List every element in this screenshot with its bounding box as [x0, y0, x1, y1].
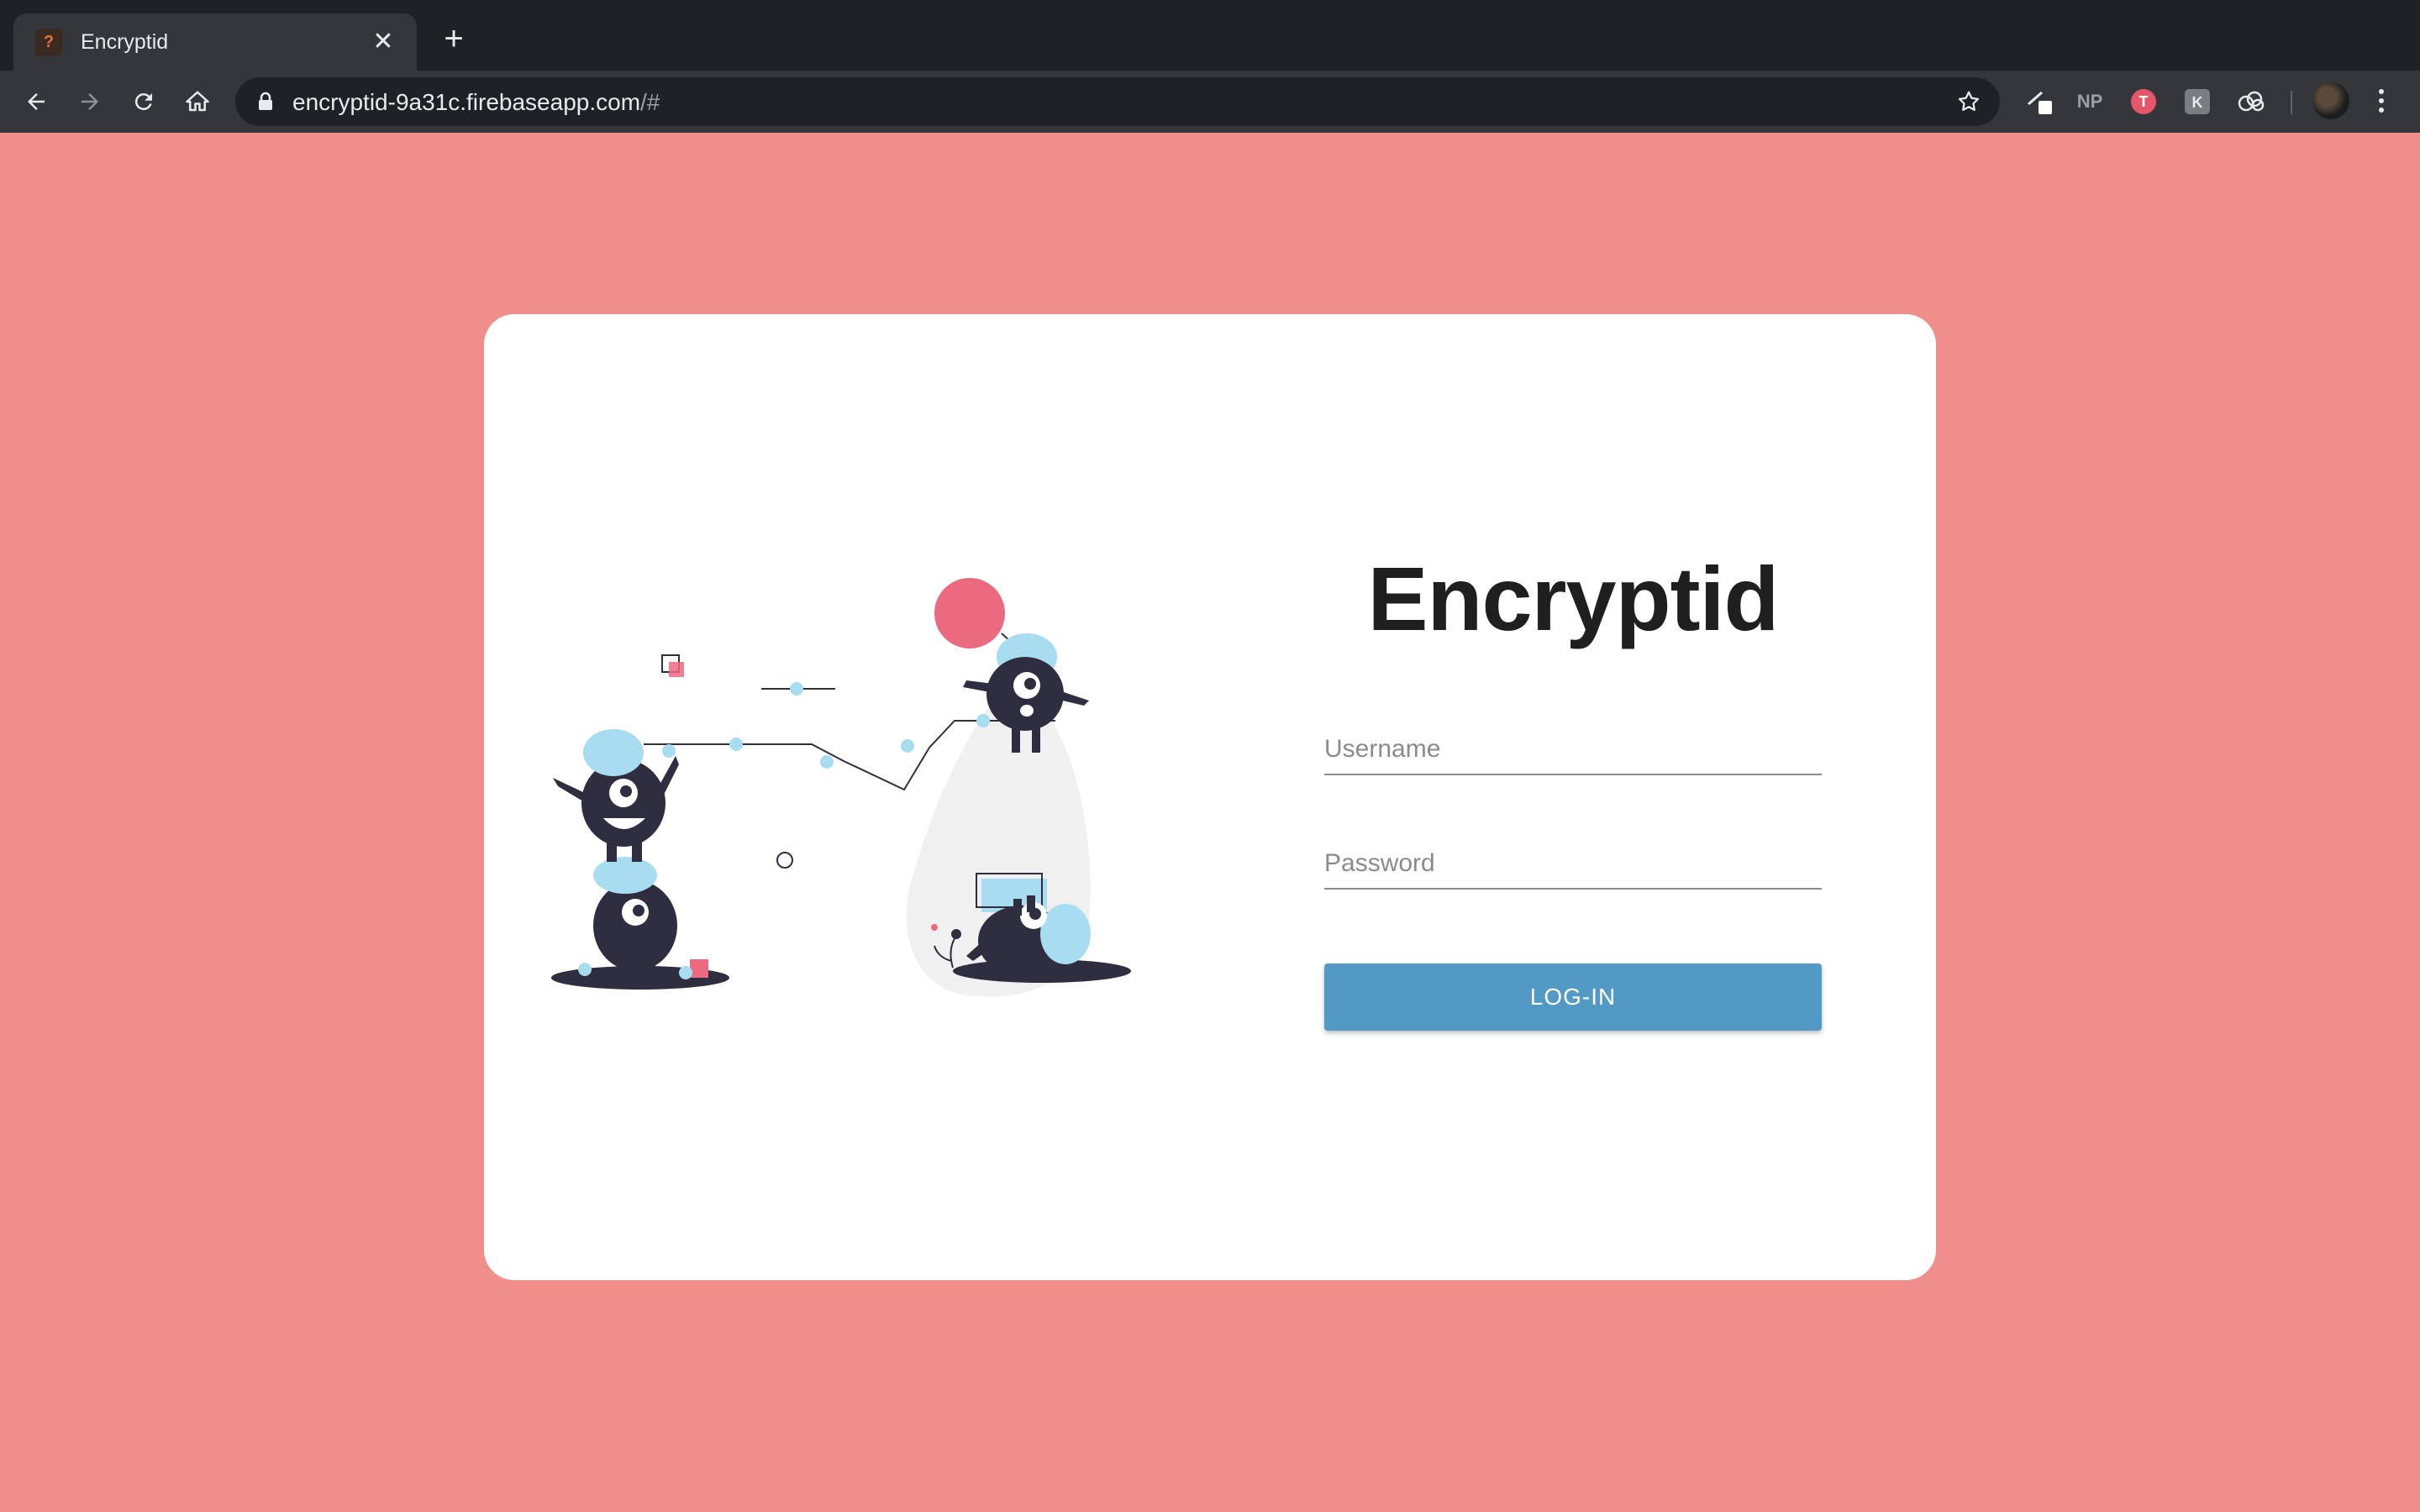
favicon-icon: ?: [35, 29, 62, 55]
new-tab-button[interactable]: +: [435, 22, 472, 59]
app-title: Encryptid: [1367, 548, 1779, 649]
reload-button[interactable]: [124, 82, 163, 121]
login-form: Encryptid LOG-IN: [1324, 549, 1822, 1031]
browser-tab[interactable]: ? Encryptid ✕: [13, 13, 417, 71]
forward-button[interactable]: [71, 82, 109, 121]
password-field: [1324, 838, 1822, 890]
profile-avatar[interactable]: [2312, 82, 2349, 119]
address-bar[interactable]: encryptid-9a31c.firebaseapp.com/#: [235, 77, 2000, 126]
password-input[interactable]: [1324, 838, 1822, 888]
close-tab-icon[interactable]: ✕: [366, 25, 400, 59]
svg-text:K: K: [2192, 94, 2203, 111]
tab-strip: ? Encryptid ✕ +: [0, 0, 2420, 71]
url-text: encryptid-9a31c.firebaseapp.com/#: [292, 89, 660, 115]
username-field: [1324, 724, 1822, 775]
forward-arrow-icon: [82, 93, 98, 110]
cloud-extension-icon[interactable]: [2235, 86, 2267, 118]
bookmark-star-icon: [1958, 91, 1980, 111]
home-icon: [186, 91, 209, 112]
t-badge-extension-icon[interactable]: T: [2128, 86, 2160, 118]
np-extension-icon[interactable]: NP: [2074, 86, 2106, 118]
back-arrow-icon: [28, 93, 45, 110]
username-input[interactable]: [1324, 724, 1822, 774]
k-badge-extension-icon[interactable]: K: [2181, 86, 2213, 118]
home-button[interactable]: [178, 82, 217, 121]
reload-icon: [134, 93, 152, 111]
login-button[interactable]: LOG-IN: [1324, 963, 1822, 1031]
pen-extension-icon[interactable]: [2025, 86, 2057, 118]
browser-menu-icon[interactable]: [2365, 84, 2398, 118]
toolbar-divider: [2291, 91, 2292, 114]
tab-title: Encryptid: [81, 29, 169, 54]
login-card: Encryptid LOG-IN: [484, 314, 1936, 1280]
back-button[interactable]: [17, 82, 55, 121]
monsters-illustration: [551, 578, 1131, 997]
lock-icon: [259, 92, 272, 110]
svg-text:T: T: [2139, 93, 2149, 110]
browser-toolbar: encryptid-9a31c.firebaseapp.com/# NP T K: [0, 71, 2420, 133]
